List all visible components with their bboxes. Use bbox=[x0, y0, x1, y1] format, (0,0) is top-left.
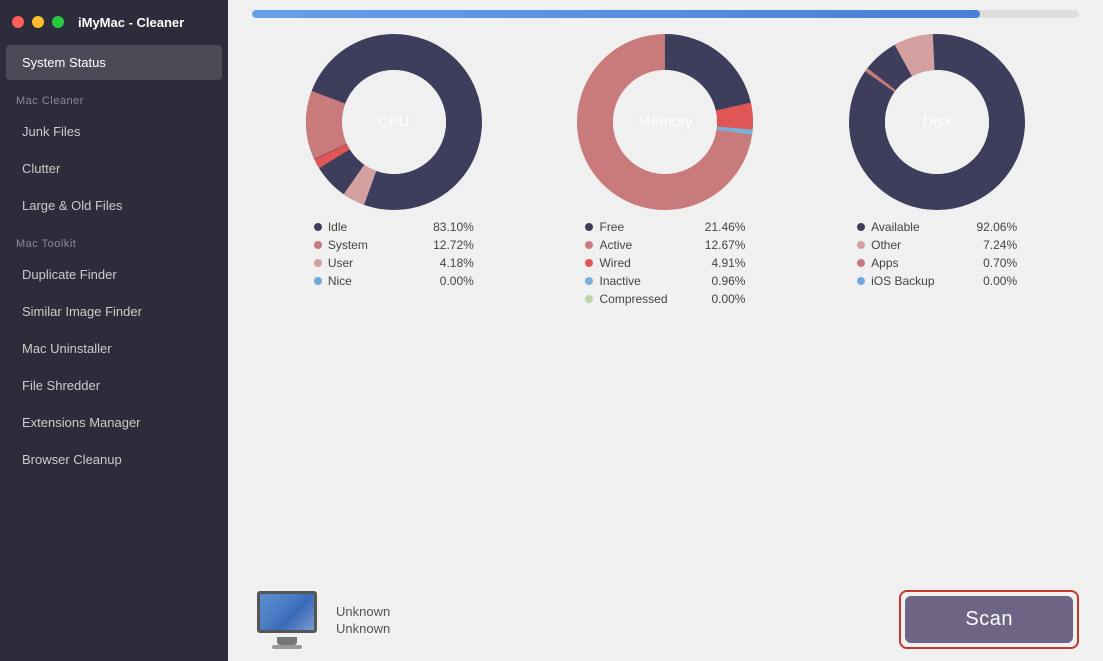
legend-dot-idle bbox=[314, 223, 322, 231]
legend-dot-system bbox=[314, 241, 322, 249]
legend-dot-wired bbox=[585, 259, 593, 267]
sidebar-item-junk-files[interactable]: Junk Files bbox=[6, 114, 222, 149]
sidebar-item-system-status[interactable]: System Status bbox=[6, 45, 222, 80]
charts-area: CPU Memory bbox=[228, 22, 1103, 212]
legend-item: System 12.72% bbox=[314, 238, 474, 252]
minimize-button[interactable] bbox=[32, 16, 44, 28]
legend-item: Other 7.24% bbox=[857, 238, 1017, 252]
progress-bar-fill bbox=[252, 10, 980, 18]
legend-item: iOS Backup 0.00% bbox=[857, 274, 1017, 288]
legend-item: User 4.18% bbox=[314, 256, 474, 270]
mac-info: Unknown Unknown bbox=[252, 591, 390, 649]
scan-button-wrapper: Scan bbox=[899, 590, 1079, 649]
legend-item: Free 21.46% bbox=[585, 220, 745, 234]
monitor-stand bbox=[277, 637, 297, 645]
legend-dot-other bbox=[857, 241, 865, 249]
sidebar-item-duplicate-finder[interactable]: Duplicate Finder bbox=[6, 257, 222, 292]
legend-item: Compressed 0.00% bbox=[585, 292, 745, 306]
mac-model-line1: Unknown bbox=[336, 604, 390, 619]
legend-dot-compressed bbox=[585, 295, 593, 303]
legend-dot-nice bbox=[314, 277, 322, 285]
legend-dot-inactive bbox=[585, 277, 593, 285]
cpu-legend: Idle 83.10% System 12.72% User 4.18% Nic… bbox=[314, 220, 474, 306]
legend-item: Wired 4.91% bbox=[585, 256, 745, 270]
sidebar-item-browser-cleanup[interactable]: Browser Cleanup bbox=[6, 442, 222, 477]
legend-item: Available 92.06% bbox=[857, 220, 1017, 234]
legend-dot-ios-backup bbox=[857, 277, 865, 285]
monitor-base bbox=[272, 645, 302, 649]
sidebar-item-extensions-manager[interactable]: Extensions Manager bbox=[6, 405, 222, 440]
legend-item: Apps 0.70% bbox=[857, 256, 1017, 270]
mac-text: Unknown Unknown bbox=[336, 604, 390, 636]
disk-legend: Available 92.06% Other 7.24% Apps 0.70% … bbox=[857, 220, 1017, 306]
mac-model-line2: Unknown bbox=[336, 621, 390, 636]
legend-item: Idle 83.10% bbox=[314, 220, 474, 234]
cpu-chart: CPU bbox=[304, 32, 484, 212]
legends-area: Idle 83.10% System 12.72% User 4.18% Nic… bbox=[228, 212, 1103, 306]
sidebar-item-large-old-files[interactable]: Large & Old Files bbox=[6, 188, 222, 223]
memory-legend: Free 21.46% Active 12.67% Wired 4.91% In… bbox=[585, 220, 745, 306]
memory-chart: Memory bbox=[575, 32, 755, 212]
titlebar: iMyMac - Cleaner bbox=[0, 0, 228, 44]
legend-dot-free bbox=[585, 223, 593, 231]
scan-button[interactable]: Scan bbox=[905, 596, 1073, 643]
legend-dot-available bbox=[857, 223, 865, 231]
disk-chart: Disk bbox=[847, 32, 1027, 212]
sidebar-item-clutter[interactable]: Clutter bbox=[6, 151, 222, 186]
memory-donut: Memory bbox=[575, 32, 755, 212]
legend-dot-active bbox=[585, 241, 593, 249]
sidebar-item-file-shredder[interactable]: File Shredder bbox=[6, 368, 222, 403]
sidebar-item-similar-image-finder[interactable]: Similar Image Finder bbox=[6, 294, 222, 329]
legend-dot-apps bbox=[857, 259, 865, 267]
legend-item: Inactive 0.96% bbox=[585, 274, 745, 288]
main-content: CPU Memory bbox=[228, 0, 1103, 661]
cpu-donut: CPU bbox=[304, 32, 484, 212]
legend-dot-user bbox=[314, 259, 322, 267]
progress-bar-container bbox=[252, 10, 1079, 18]
app-title: iMyMac - Cleaner bbox=[78, 15, 184, 30]
disk-donut: Disk bbox=[847, 32, 1027, 212]
section-mac-toolkit: Mac Toolkit bbox=[0, 224, 228, 256]
bottom-bar: Unknown Unknown Scan bbox=[228, 578, 1103, 661]
section-mac-cleaner: Mac Cleaner bbox=[0, 81, 228, 113]
close-button[interactable] bbox=[12, 16, 24, 28]
monitor-screen bbox=[257, 591, 317, 633]
maximize-button[interactable] bbox=[52, 16, 64, 28]
sidebar-item-mac-uninstaller[interactable]: Mac Uninstaller bbox=[6, 331, 222, 366]
mac-monitor-icon bbox=[252, 591, 322, 649]
legend-item: Nice 0.00% bbox=[314, 274, 474, 288]
legend-item: Active 12.67% bbox=[585, 238, 745, 252]
sidebar: iMyMac - Cleaner System Status Mac Clean… bbox=[0, 0, 228, 661]
